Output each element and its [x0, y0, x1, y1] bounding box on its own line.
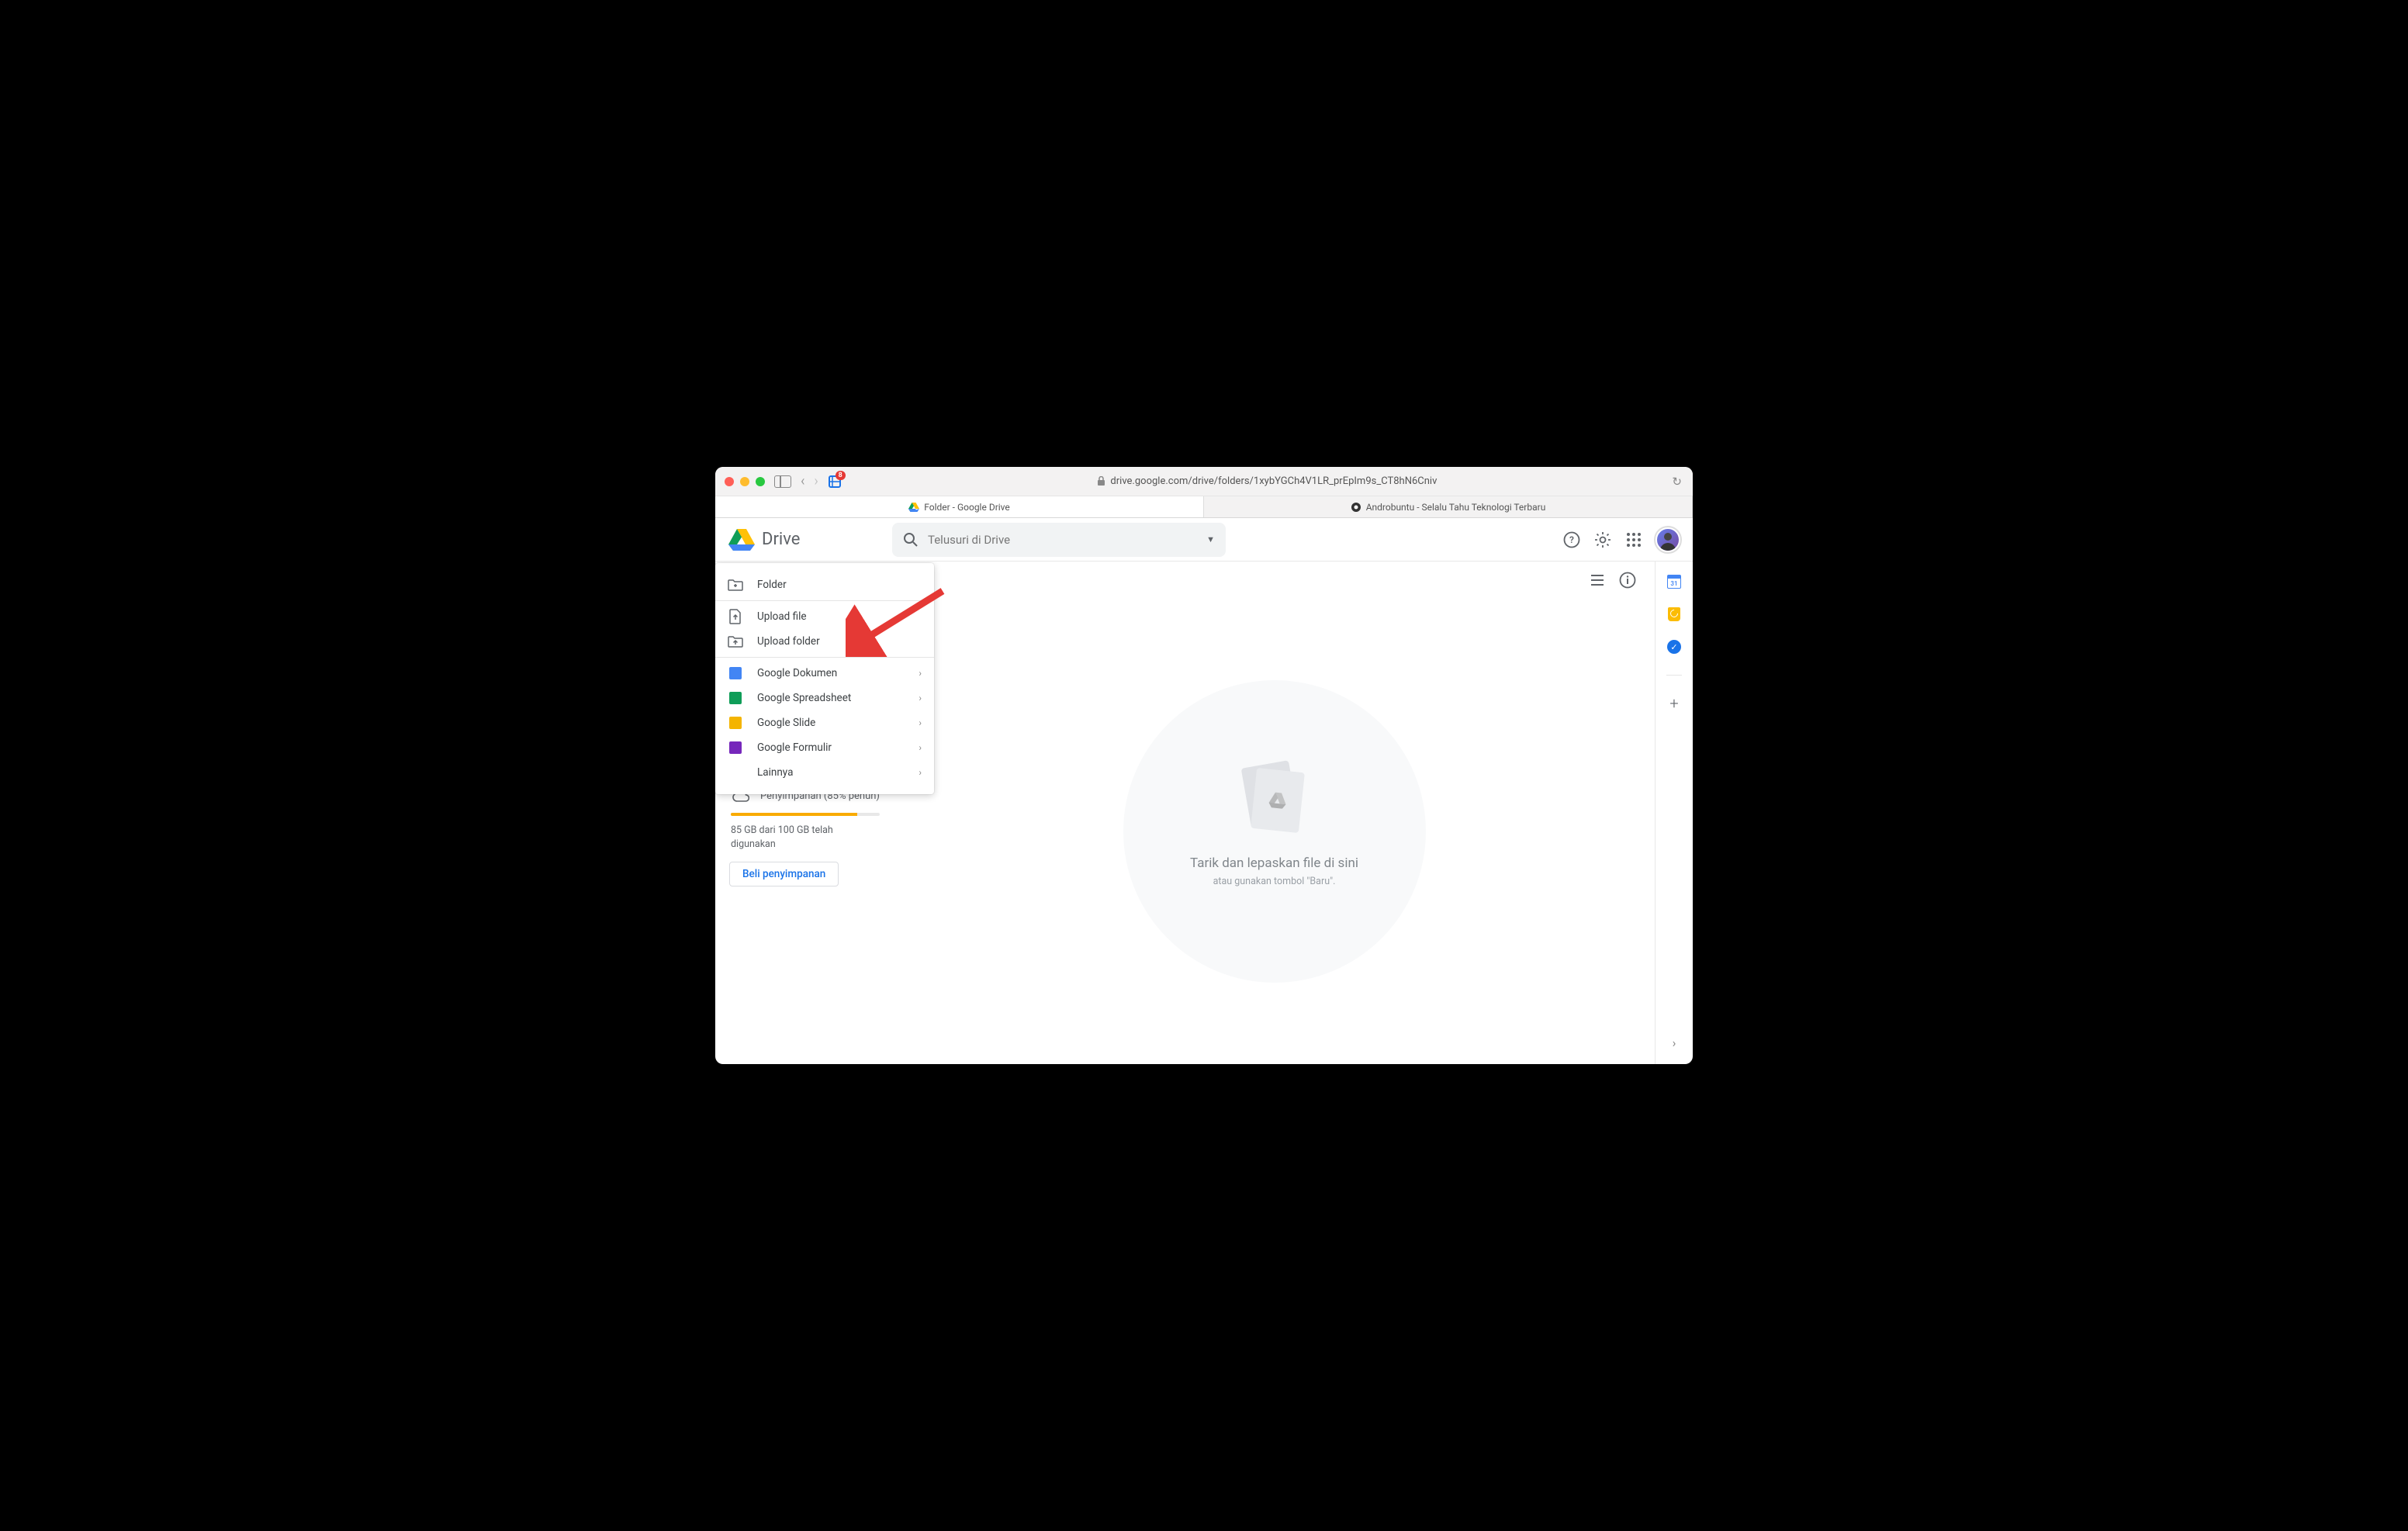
keep-app-button[interactable] — [1666, 607, 1682, 622]
forward-button[interactable]: › — [814, 473, 818, 489]
list-view-button[interactable] — [1590, 572, 1605, 588]
chevron-right-icon: › — [919, 668, 922, 679]
upload-folder-icon — [728, 634, 743, 649]
google-sheets-icon — [728, 690, 743, 706]
reload-button[interactable]: ↻ — [1672, 475, 1682, 489]
content-area: Tarik dan lepaskan file di sini atau gun… — [894, 562, 1656, 1064]
apps-grid-icon — [1627, 533, 1641, 547]
browser-tab-androbuntu[interactable]: Androbuntu - Selalu Tahu Teknologi Terba… — [1204, 496, 1693, 517]
content-toolbar — [894, 562, 1655, 599]
panel-divider — [1666, 675, 1682, 676]
minimize-window-button[interactable] — [740, 477, 749, 486]
calendar-app-button[interactable] — [1666, 574, 1682, 589]
blank-icon — [728, 765, 743, 780]
drive-logo-icon — [728, 527, 756, 552]
search-icon — [903, 532, 919, 548]
back-button[interactable]: ‹ — [801, 473, 804, 489]
storage-section: Penyimpanan (85% penuh) 85 GB dari 100 G… — [715, 790, 894, 886]
collapse-panel-button[interactable]: › — [1666, 1035, 1682, 1050]
menu-item-label: Google Dokumen — [757, 667, 837, 679]
chevron-right-icon: › — [919, 742, 922, 753]
menu-item-google-sheets[interactable]: Google Spreadsheet › — [715, 686, 934, 710]
storage-progress-bar — [731, 813, 880, 816]
extension-button[interactable]: 8 — [828, 475, 842, 489]
menu-item-label: Upload folder — [757, 635, 820, 648]
drive-logo[interactable]: Drive — [728, 527, 883, 552]
drive-logo-text: Drive — [762, 530, 800, 549]
menu-item-upload-file[interactable]: Upload file — [715, 604, 934, 629]
settings-button[interactable] — [1593, 530, 1612, 549]
header-actions: ? — [1562, 527, 1680, 552]
tasks-icon: ✓ — [1667, 640, 1681, 654]
extension-badge: 8 — [836, 471, 846, 480]
drive-body: Folder Upload file Uplo — [715, 562, 1693, 1064]
empty-files-icon — [1240, 761, 1310, 838]
add-addon-button[interactable]: + — [1666, 696, 1682, 711]
drive-header: Drive ▼ ? — [715, 518, 1693, 562]
empty-state-illustration: Tarik dan lepaskan file di sini atau gun… — [1123, 680, 1426, 983]
support-button[interactable]: ? — [1562, 530, 1581, 549]
menu-item-label: Folder — [757, 579, 787, 591]
search-input[interactable] — [928, 533, 1206, 547]
account-avatar[interactable] — [1656, 527, 1680, 552]
svg-text:?: ? — [1569, 534, 1574, 545]
tab-title: Folder - Google Drive — [924, 502, 1010, 513]
menu-item-label: Lainnya — [757, 766, 793, 779]
address-bar[interactable]: drive.google.com/drive/folders/1xybYGCh4… — [851, 475, 1683, 487]
storage-usage-text: 85 GB dari 100 GB telah digunakan — [731, 824, 880, 851]
calendar-icon — [1667, 575, 1681, 589]
menu-item-label: Google Formulir — [757, 741, 832, 754]
menu-item-google-forms[interactable]: Google Formulir › — [715, 735, 934, 760]
keep-icon — [1668, 607, 1680, 621]
empty-state-title: Tarik dan lepaskan file di sini — [1190, 855, 1358, 871]
chevron-right-icon: › — [919, 693, 922, 703]
browser-window: ‹ › 8 drive.google.com/drive/folders/1xy… — [715, 467, 1693, 1064]
window-controls — [725, 477, 765, 486]
lock-icon — [1097, 476, 1105, 486]
side-panel: ✓ + › — [1656, 562, 1693, 1064]
search-options-button[interactable]: ▼ — [1206, 534, 1215, 544]
chevron-right-icon: › — [919, 767, 922, 778]
close-window-button[interactable] — [725, 477, 734, 486]
menu-item-google-docs[interactable]: Google Dokumen › — [715, 661, 934, 686]
drive-favicon-icon — [908, 502, 919, 513]
sidebar-toggle-icon[interactable] — [774, 475, 791, 488]
left-sidebar: Folder Upload file Uplo — [715, 562, 894, 1064]
new-menu: Folder Upload file Uplo — [715, 563, 934, 794]
maximize-window-button[interactable] — [756, 477, 765, 486]
empty-state: Tarik dan lepaskan file di sini atau gun… — [894, 599, 1655, 1064]
empty-state-subtitle: atau gunakan tombol "Baru". — [1213, 876, 1336, 887]
details-button[interactable] — [1619, 572, 1636, 589]
upload-file-icon — [728, 609, 743, 624]
nav-arrows: ‹ › — [801, 473, 818, 489]
google-slides-icon — [728, 715, 743, 731]
browser-toolbar: ‹ › 8 drive.google.com/drive/folders/1xy… — [715, 467, 1693, 496]
buy-storage-button[interactable]: Beli penyimpanan — [729, 862, 839, 886]
google-forms-icon — [728, 740, 743, 755]
menu-item-folder[interactable]: Folder — [715, 572, 934, 597]
menu-item-label: Google Spreadsheet — [757, 692, 851, 704]
chevron-right-icon: › — [919, 717, 922, 728]
browser-tab-drive[interactable]: Folder - Google Drive — [715, 496, 1204, 517]
menu-item-label: Upload file — [757, 610, 807, 623]
storage-progress-fill — [731, 813, 857, 816]
menu-item-upload-folder[interactable]: Upload folder — [715, 629, 934, 654]
menu-item-label: Google Slide — [757, 717, 815, 729]
new-folder-icon — [728, 577, 743, 593]
apps-button[interactable] — [1624, 530, 1643, 549]
google-docs-icon — [728, 665, 743, 681]
menu-item-google-slides[interactable]: Google Slide › — [715, 710, 934, 735]
tab-title: Androbuntu - Selalu Tahu Teknologi Terba… — [1366, 502, 1546, 513]
search-box[interactable]: ▼ — [892, 523, 1226, 557]
androbuntu-favicon-icon — [1351, 502, 1361, 513]
url-text: drive.google.com/drive/folders/1xybYGCh4… — [1110, 475, 1437, 487]
browser-tabs: Folder - Google Drive Androbuntu - Selal… — [715, 496, 1693, 518]
menu-item-more[interactable]: Lainnya › — [715, 760, 934, 785]
tasks-app-button[interactable]: ✓ — [1666, 639, 1682, 655]
